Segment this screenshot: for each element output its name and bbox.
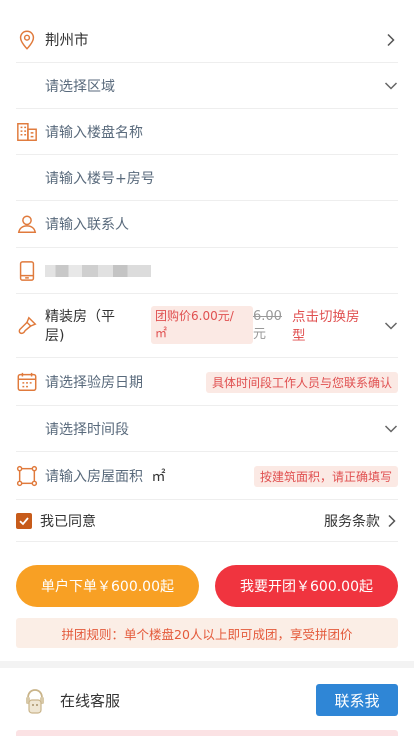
agree-checkbox[interactable] [16, 512, 32, 529]
original-price: 6.00 元 [253, 309, 282, 342]
chevron-down-icon [384, 321, 398, 330]
time-select[interactable]: 请选择时间段 [16, 406, 398, 452]
contact-me-button[interactable]: 联系我 [316, 684, 398, 716]
calendar-icon [17, 372, 37, 391]
building-icon [17, 122, 37, 141]
area-hint-tag: 按建筑面积，请正确填写 [253, 466, 398, 487]
group-rules-banner: 拼团规则：单个楼盘20人以上即可成团，享受拼团价 [16, 618, 398, 648]
agree-label: 我已同意 [40, 513, 96, 530]
phone-icon [19, 260, 35, 281]
terms-link[interactable]: 服务条款 [324, 511, 398, 531]
section-divider [0, 661, 414, 668]
time-placeholder: 请选择时间段 [45, 421, 129, 438]
contact-placeholder: 请输入联系人 [45, 217, 129, 233]
building-input[interactable]: 请输入楼盘名称 [16, 109, 398, 155]
date-hint-tag: 具体时间段工作人员与您联系确认 [205, 372, 398, 393]
room-placeholder: 请输入楼号+房号 [45, 170, 155, 187]
single-order-button[interactable]: 单户下单￥600.00起 [16, 565, 199, 607]
group-order-button[interactable]: 我要开团￥600.00起 [215, 565, 398, 607]
brush-icon [18, 315, 37, 334]
area-unit: ㎡ [151, 468, 166, 485]
date-select[interactable]: 请选择验房日期 具体时间段工作人员与您联系确认 [16, 358, 398, 406]
area-input[interactable]: 请输入房屋面积 ㎡ 按建筑面积，请正确填写 [16, 452, 398, 500]
terms-label: 服务条款 [324, 513, 380, 530]
chevron-right-icon [388, 514, 396, 527]
district-placeholder: 请选择区域 [45, 78, 115, 95]
agreement-row: 我已同意 服务条款 [16, 500, 398, 542]
chevron-right-icon [387, 33, 395, 46]
city-row[interactable]: 荆州市 [16, 17, 398, 63]
area-placeholder: 请输入房屋面积 ㎡ [45, 468, 166, 485]
building-placeholder: 请输入楼盘名称 [45, 124, 143, 141]
room-input[interactable]: 请输入楼号+房号 [16, 155, 398, 201]
group-price-tag: 团购价6.00元/ ㎡ [151, 306, 253, 344]
house-type-label: 精装房（平 层) [45, 309, 115, 344]
bottom-banner-edge [16, 730, 398, 736]
phone-value-redacted [45, 264, 151, 277]
district-select[interactable]: 请选择区域 [16, 63, 398, 109]
city-value: 荆州市 [45, 33, 89, 49]
house-type-row[interactable]: 精装房（平 层) 团购价6.00元/ ㎡ 6.00 元 点击切换房 型 [16, 294, 398, 358]
customer-service-icon [26, 689, 44, 714]
checkbox-check-icon [19, 516, 29, 525]
phone-input[interactable] [16, 248, 398, 294]
customer-service-row: 在线客服 联系我 [0, 668, 414, 730]
switch-house-type-link[interactable]: 点击切换房 型 [292, 308, 360, 346]
customer-service-label: 在线客服 [60, 692, 121, 710]
chevron-down-icon [384, 424, 398, 433]
area-icon [16, 465, 38, 486]
person-icon [17, 215, 37, 233]
date-placeholder: 请选择验房日期 [45, 374, 143, 391]
chevron-down-icon [384, 81, 398, 90]
location-icon [19, 30, 35, 50]
contact-input[interactable]: 请输入联系人 [16, 201, 398, 248]
